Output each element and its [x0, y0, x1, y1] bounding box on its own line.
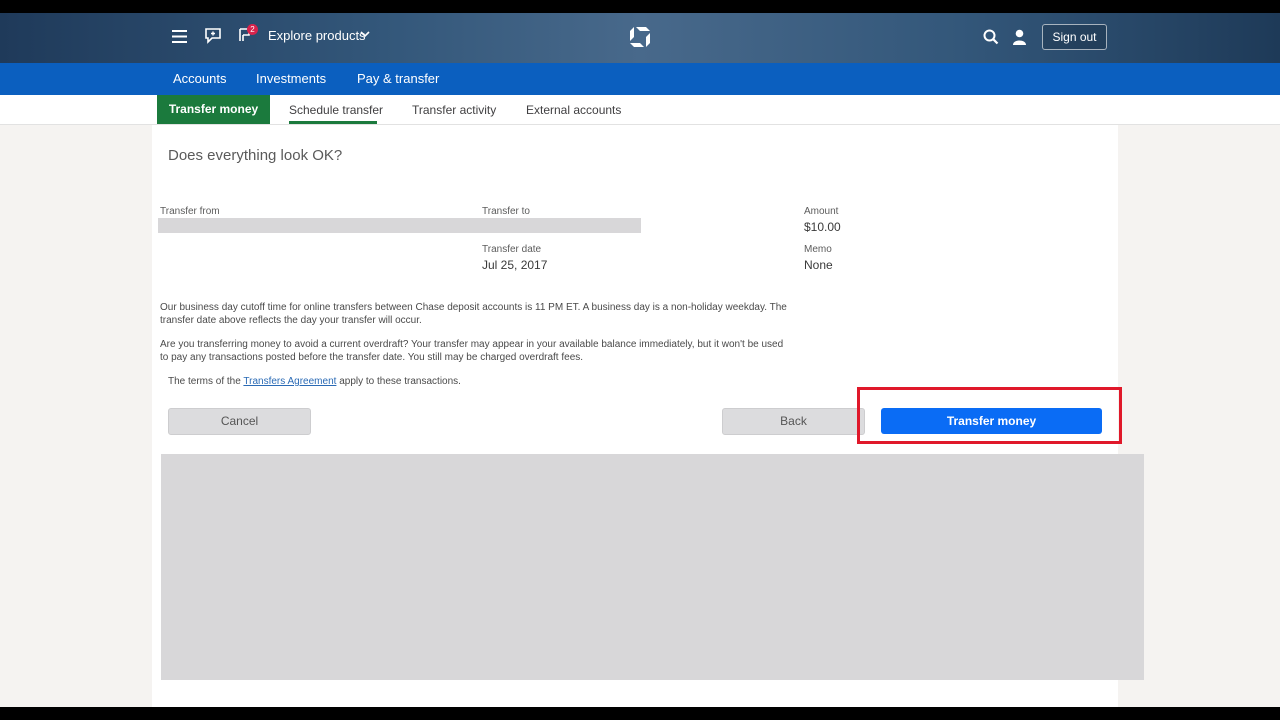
cancel-button[interactable]: Cancel — [168, 408, 311, 435]
search-icon[interactable] — [983, 29, 999, 45]
user-icon[interactable] — [1012, 29, 1027, 45]
transfer-date-value: Jul 25, 2017 — [482, 258, 548, 272]
transfer-to-label: Transfer to — [482, 206, 530, 217]
transfer-date-label: Transfer date — [482, 244, 542, 255]
terms-prefix: The terms of the — [168, 376, 244, 387]
highlight-box — [857, 387, 1122, 444]
overdraft-note: Are you transferring money to avoid a cu… — [160, 339, 784, 363]
amount-label: Amount — [804, 206, 839, 217]
tab-schedule-transfer[interactable]: Schedule transfer — [289, 103, 383, 117]
back-button[interactable]: Back — [722, 408, 865, 435]
transfer-from-label: Transfer from — [160, 206, 220, 217]
transfers-agreement-link[interactable]: Transfers Agreement — [243, 376, 336, 387]
amount-value: $10.00 — [804, 220, 841, 234]
terms-suffix: apply to these transactions. — [336, 376, 461, 387]
notification-count-badge: 2 — [247, 24, 258, 35]
memo-label: Memo — [804, 244, 832, 255]
nav-item-pay-transfer[interactable]: Pay & transfer — [357, 71, 439, 86]
sign-out-button[interactable]: Sign out — [1042, 24, 1107, 50]
browser-viewport: 2 Explore products Sign out Accounts Inv… — [0, 13, 1280, 707]
tab-transfer-money[interactable]: Transfer money — [157, 95, 270, 124]
cutoff-note: Our business day cutoff time for online … — [160, 302, 787, 326]
chase-logo-icon[interactable] — [628, 25, 652, 49]
redacted-region — [161, 454, 1144, 680]
review-question: Does everything look OK? — [168, 147, 343, 164]
sub-nav: Transfer money Schedule transfer Transfe… — [0, 95, 1280, 125]
chat-icon[interactable] — [204, 27, 222, 44]
site-header: 2 Explore products Sign out — [0, 13, 1280, 63]
memo-value: None — [804, 258, 833, 272]
hamburger-menu-icon[interactable] — [172, 30, 187, 43]
nav-item-accounts[interactable]: Accounts — [173, 71, 226, 86]
primary-nav: Accounts Investments Pay & transfer — [0, 63, 1280, 95]
redacted-accounts — [158, 218, 641, 233]
explore-products-menu[interactable]: Explore products — [268, 28, 366, 43]
nav-item-investments[interactable]: Investments — [256, 71, 326, 86]
terms-note: The terms of the Transfers Agreement app… — [168, 376, 461, 387]
tab-underline — [289, 121, 377, 124]
tab-transfer-activity[interactable]: Transfer activity — [412, 103, 496, 117]
chevron-down-icon[interactable] — [360, 29, 370, 39]
tab-external-accounts[interactable]: External accounts — [526, 103, 621, 117]
